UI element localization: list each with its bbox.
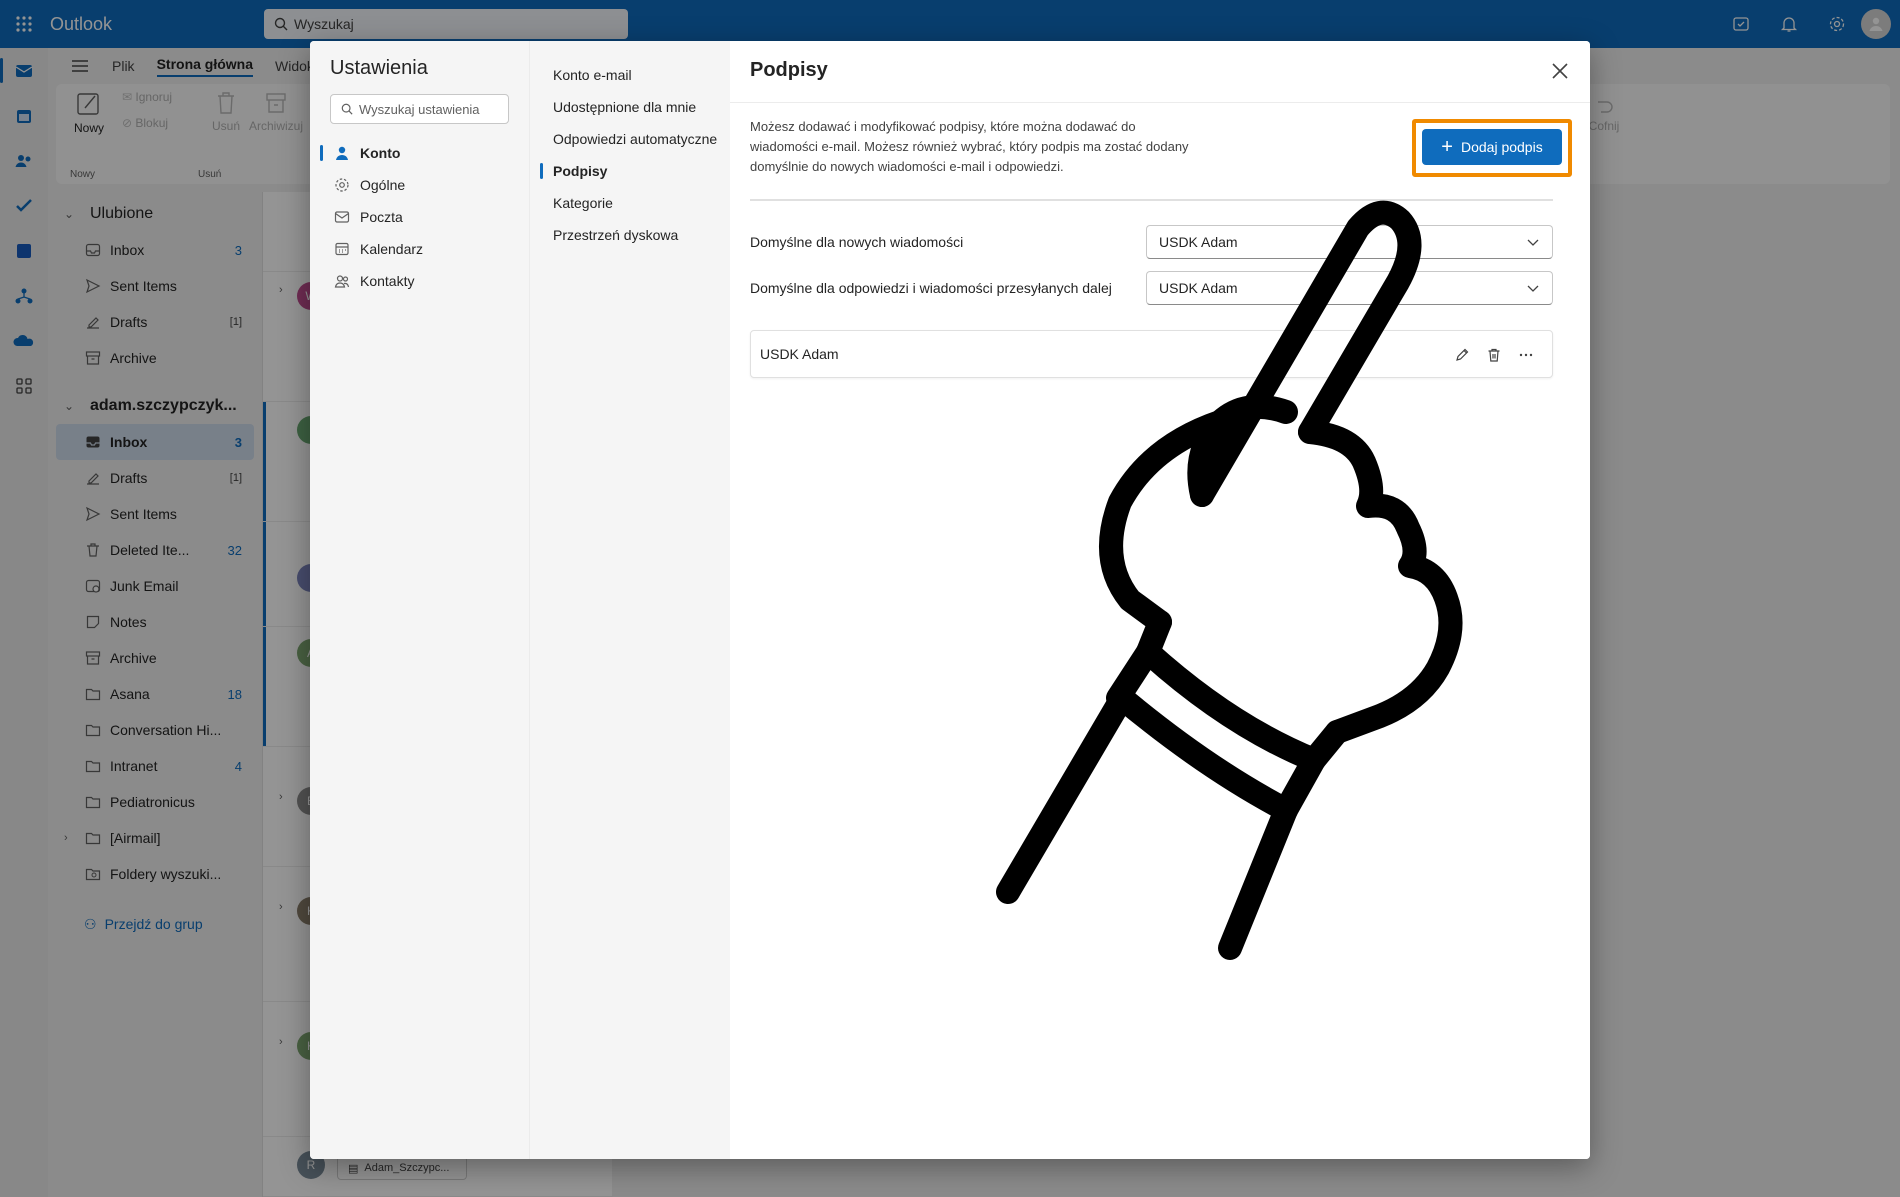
pointing-hand-icon (996, 200, 1463, 960)
more-options-button[interactable] (1510, 343, 1542, 367)
signature-name: USDK Adam (760, 346, 839, 362)
close-icon (1552, 63, 1568, 79)
chevron-down-icon (1527, 239, 1539, 246)
nav-item-contacts[interactable]: Kontakty (320, 265, 519, 297)
add-signature-label: Dodaj podpis (1460, 139, 1543, 155)
close-button[interactable] (1542, 53, 1578, 89)
search-icon (341, 103, 353, 115)
ellipsis-icon (1519, 353, 1533, 357)
nav-item-label: Kontakty (360, 273, 415, 289)
nav-item-label: Konto (360, 145, 401, 161)
settings-nav: Ustawienia Wyszukaj ustawienia Konto Ogó… (310, 41, 529, 1159)
subnav-categories[interactable]: Kategorie (540, 187, 726, 219)
settings-search-input[interactable]: Wyszukaj ustawienia (330, 94, 509, 124)
nav-item-label: Ogólne (360, 177, 406, 193)
subnav-automatic-replies[interactable]: Odpowiedzi automatyczne (540, 123, 726, 155)
nav-item-label: Kalendarz (360, 241, 424, 257)
calendar-icon (333, 240, 351, 258)
signatures-description: Możesz dodawać i modyfikować podpisy, kt… (750, 119, 1189, 174)
person-icon (333, 144, 351, 162)
nav-item-label: Poczta (360, 209, 403, 225)
subnav-signatures[interactable]: Podpisy (540, 155, 726, 187)
nav-item-general[interactable]: Ogólne (320, 169, 519, 201)
plus-icon: + (1441, 136, 1453, 158)
default-new-label: Domyślne dla nowych wiadomości (750, 234, 964, 250)
nav-item-mail[interactable]: Poczta (320, 201, 519, 233)
page-title: Podpisy (750, 59, 828, 81)
subnav-storage[interactable]: Przestrzeń dyskowa (540, 219, 726, 251)
subnav-email-account[interactable]: Konto e-mail (540, 59, 726, 91)
settings-subnav: Konto e-mail Udostępnione dla mnie Odpow… (529, 41, 730, 1159)
mail-icon (333, 208, 351, 226)
contacts-icon (333, 272, 351, 290)
divider (730, 102, 1590, 103)
add-signature-button[interactable]: + Dodaj podpis (1422, 129, 1562, 165)
subnav-shared-with-me[interactable]: Udostępnione dla mnie (540, 91, 726, 123)
chevron-down-icon (1527, 285, 1539, 292)
nav-item-account[interactable]: Konto (320, 137, 519, 169)
settings-title: Ustawienia (330, 57, 428, 79)
gear-icon (333, 176, 351, 194)
nav-item-calendar[interactable]: Kalendarz (320, 233, 519, 265)
settings-search-placeholder: Wyszukaj ustawienia (359, 101, 480, 117)
